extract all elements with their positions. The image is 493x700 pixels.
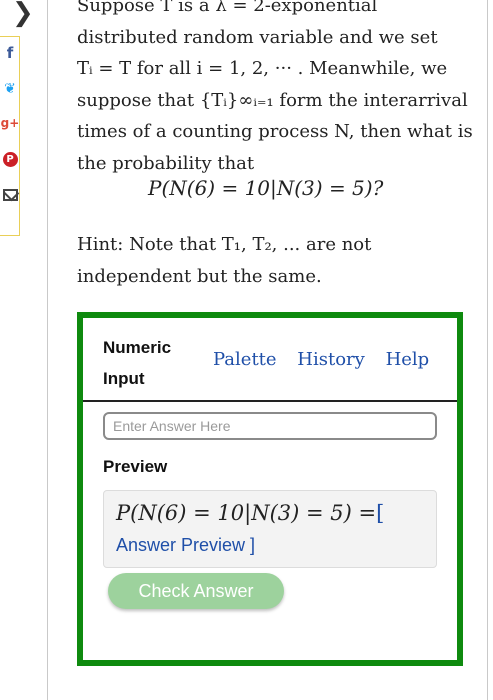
tab-palette[interactable]: Palette <box>213 349 277 370</box>
preview-label: Preview <box>103 457 168 476</box>
numeric-label-line2: Input <box>103 369 145 388</box>
answer-preview-link[interactable]: Answer Preview ] <box>116 535 255 556</box>
numeric-input-label: Numeric Input <box>103 332 171 394</box>
problem-line: times of a counting process N, then what… <box>77 121 473 142</box>
twitter-icon[interactable]: ❦ <box>2 81 18 97</box>
preview-formula: P(N(6) = 10|N(3) = 5) =[ <box>116 501 384 525</box>
share-bar: f ❦ g+ P <box>0 36 20 236</box>
googleplus-icon[interactable]: g+ <box>1 115 20 131</box>
numeric-label-line1: Numeric <box>103 338 172 357</box>
right-divider <box>487 0 488 700</box>
problem-statement: Suppose T is a λ = 2-exponential distrib… <box>77 0 473 179</box>
answer-box: Numeric Input Palette History Help Previ… <box>77 312 463 666</box>
tab-history[interactable]: History <box>297 349 365 370</box>
preview-formula-text: P(N(6) = 10|N(3) = 5) = <box>116 501 377 525</box>
answer-input[interactable] <box>103 412 437 440</box>
tab-links: Palette History Help <box>213 349 444 370</box>
problem-line: distributed random variable and we set <box>77 26 438 48</box>
hint-text: Hint: Note that T₁, T₂, ... are not inde… <box>77 229 472 292</box>
hint-line: Hint: Note that T₁, T₂, ... are not <box>77 234 372 255</box>
facebook-icon[interactable]: f <box>2 44 18 62</box>
problem-line: Suppose T is a λ = 2-exponential <box>77 0 378 16</box>
problem-line: Tᵢ = T for all i = 1, 2, ··· . Meanwhile… <box>77 58 448 79</box>
check-answer-button[interactable]: Check Answer <box>108 573 284 609</box>
left-divider <box>47 0 48 700</box>
problem-line: suppose that {Tᵢ}∞ᵢ₌₁ form the interarri… <box>77 89 468 111</box>
back-chevron-icon[interactable]: ❯ <box>12 0 34 28</box>
probability-formula: P(N(6) = 10|N(3) = 5)? <box>148 176 384 200</box>
preview-bracket: [ <box>376 501 385 525</box>
pinterest-icon[interactable]: P <box>2 151 18 167</box>
pinterest-glyph: P <box>2 151 18 167</box>
email-icon[interactable] <box>2 187 18 203</box>
envelope-shape <box>2 189 18 201</box>
tab-help[interactable]: Help <box>386 349 430 370</box>
preview-box: P(N(6) = 10|N(3) = 5) =[ Answer Preview … <box>103 490 437 568</box>
hint-line: independent but the same. <box>77 265 322 287</box>
box-divider <box>83 400 457 402</box>
problem-line: the probability that <box>77 152 255 174</box>
